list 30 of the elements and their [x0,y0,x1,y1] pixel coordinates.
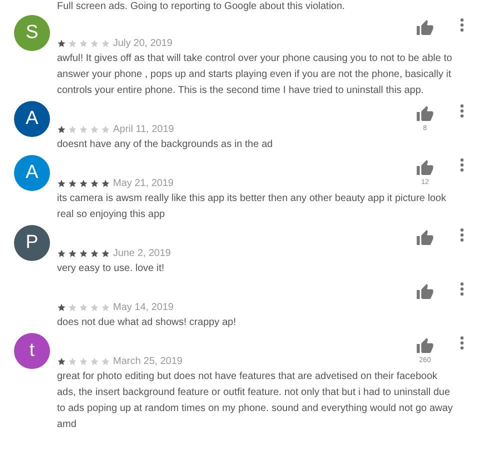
more-icon[interactable] [460,282,464,296]
review-text: great for photo editing but does not have features that are advetised on their facebook ads, the insert background feature or outfit feature. not only that but i had to uninstall due to ads poping up at random times on my phone. sound and everything would not go away amd [56,370,454,432]
thumbs-up-icon[interactable] [416,229,434,246]
review-text: awful! It gives off as that will take control over your phone causing you to not to be able to answer your phone , pops up and starts playing even if you are not the phone, basically it controls your entire phone. This is the second time I have tried to uninstall this app. [56,52,454,98]
review-text: its camera is awsm really like this app its better then any other beauty app it picture look real so enjoying this app [56,192,448,222]
more-icon[interactable] [460,228,464,242]
more-icon[interactable] [460,158,464,172]
review-text: very easy to use. love it! [56,262,166,276]
review-date: April 11, 2019 [113,124,174,135]
thumbs-up-icon[interactable] [416,105,434,122]
review-date: July 20, 2019 [113,38,172,49]
review-date: May 21, 2019 [113,178,174,189]
more-icon[interactable] [460,104,464,118]
avatar: S [14,15,50,51]
avatar: A [14,155,50,191]
review-date: June 2, 2019 [113,248,171,259]
review-text: doesnt have any of the backgrounds as in the ad [56,138,274,152]
more-icon[interactable] [460,336,464,350]
avatar: t [14,333,50,369]
review-date: May 14, 2019 [113,302,174,313]
review-text: Full screen ads. Going to reporting to Google about this violation. [56,0,346,13]
thumbs-up-icon[interactable] [416,19,434,36]
thumbs-up-icon[interactable] [416,337,434,354]
review-date: March 25, 2019 [113,356,182,367]
avatar: A [14,101,50,137]
review-text: does not due what ad shows! crappy ap! [56,316,238,330]
avatar: P [14,225,50,261]
more-icon[interactable] [460,18,464,32]
thumbs-up-icon[interactable] [416,283,434,300]
thumbs-up-icon[interactable] [416,159,434,176]
